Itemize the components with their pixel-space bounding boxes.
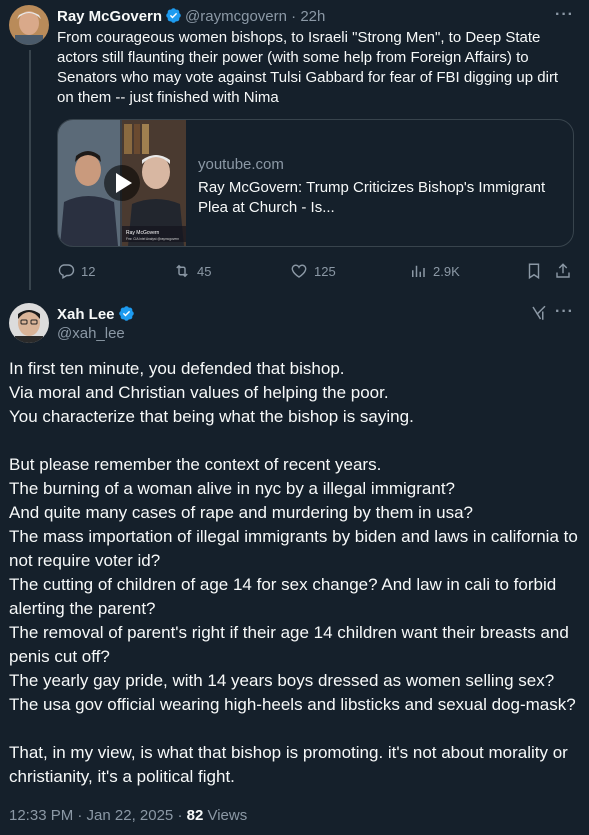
bookmark-button[interactable] bbox=[525, 262, 543, 280]
tweet-header: Xah Lee bbox=[57, 305, 138, 327]
tweet-metadata: 12:33 PM · Jan 22, 2025 · 82 Views bbox=[9, 807, 247, 824]
share-button[interactable] bbox=[554, 262, 572, 280]
display-name[interactable]: Ray McGovern bbox=[57, 8, 162, 25]
tweet-line: You characterize that being what the bis… bbox=[9, 407, 414, 426]
avatar[interactable] bbox=[9, 303, 49, 343]
like-button[interactable]: 125 bbox=[290, 262, 336, 280]
tweet-line: The yearly gay pride, with 14 years boys… bbox=[9, 671, 555, 690]
views-button[interactable]: 2.9K bbox=[409, 262, 460, 280]
tweet-line: But please remember the context of recen… bbox=[9, 455, 382, 474]
grok-icon[interactable] bbox=[530, 304, 548, 327]
tweet-line: That, in my view, is what that bishop is… bbox=[9, 743, 568, 786]
heart-icon bbox=[291, 264, 307, 278]
tweet-text: In first ten minute, you defended that b… bbox=[9, 357, 581, 789]
handle[interactable]: @xah_lee bbox=[57, 325, 125, 342]
views-label: Views bbox=[203, 807, 248, 824]
video-thumbnail: Ray McGovern Fmr. CIA Intel Analyst @ray… bbox=[58, 120, 186, 246]
timestamp[interactable]: 22h bbox=[300, 8, 325, 25]
thumbnail-caption: Ray McGovern bbox=[126, 230, 160, 236]
avatar[interactable] bbox=[9, 5, 49, 45]
analytics-icon bbox=[412, 265, 425, 277]
thumbnail-subcaption: Fmr. CIA Intel Analyst @raymcgovern bbox=[126, 237, 179, 241]
handle[interactable]: @raymcgovern bbox=[185, 8, 287, 25]
reply-icon bbox=[58, 264, 75, 280]
verified-badge-icon bbox=[165, 7, 182, 29]
thread-connector-line bbox=[29, 50, 31, 290]
card-domain: youtube.com bbox=[198, 156, 284, 173]
tweet-actions: 12 45 125 2.9K bbox=[57, 262, 577, 282]
tweet-line: The cutting of children of age 14 for se… bbox=[9, 575, 557, 618]
dot-separator: · bbox=[286, 8, 301, 25]
repost-count: 45 bbox=[197, 263, 212, 279]
tweet-header: Ray McGovern @raymcgovern · 22h bbox=[57, 7, 325, 29]
tweet-line: The burning of a woman alive in nyc by a… bbox=[9, 479, 456, 498]
verified-badge-icon bbox=[118, 305, 135, 327]
bookmark-icon bbox=[528, 263, 540, 280]
reply-button[interactable]: 12 bbox=[57, 262, 95, 280]
tweet-line: The removal of parent's right if their a… bbox=[9, 623, 569, 666]
share-icon bbox=[556, 263, 570, 278]
views-count: 82 bbox=[186, 807, 204, 824]
post-timestamp[interactable]: 12:33 PM · Jan 22, 2025 · bbox=[9, 807, 187, 824]
tweet-line: In first ten minute, you defended that b… bbox=[9, 359, 345, 378]
tweet-line: The usa gov official wearing high-heels … bbox=[9, 695, 576, 714]
link-card[interactable]: Ray McGovern Fmr. CIA Intel Analyst @ray… bbox=[57, 119, 574, 247]
views-count: 2.9K bbox=[433, 263, 460, 279]
more-options-icon[interactable]: ··· bbox=[555, 6, 574, 24]
more-options-icon[interactable]: ··· bbox=[555, 303, 574, 321]
display-name[interactable]: Xah Lee bbox=[57, 306, 115, 323]
tweet-line: Via moral and Christian values of helpin… bbox=[9, 383, 389, 402]
card-title: Ray McGovern: Trump Criticizes Bishop's … bbox=[198, 179, 546, 216]
tweet-line: And quite many cases of rape and murderi… bbox=[9, 503, 473, 522]
repost-icon bbox=[176, 264, 188, 278]
tweet-line: The mass importation of illegal immigran… bbox=[9, 527, 578, 570]
reply-count: 12 bbox=[81, 263, 96, 279]
repost-button[interactable]: 45 bbox=[173, 262, 211, 280]
like-count: 125 bbox=[314, 263, 336, 279]
tweet-text: From courageous women bishops, to Israel… bbox=[57, 29, 559, 106]
